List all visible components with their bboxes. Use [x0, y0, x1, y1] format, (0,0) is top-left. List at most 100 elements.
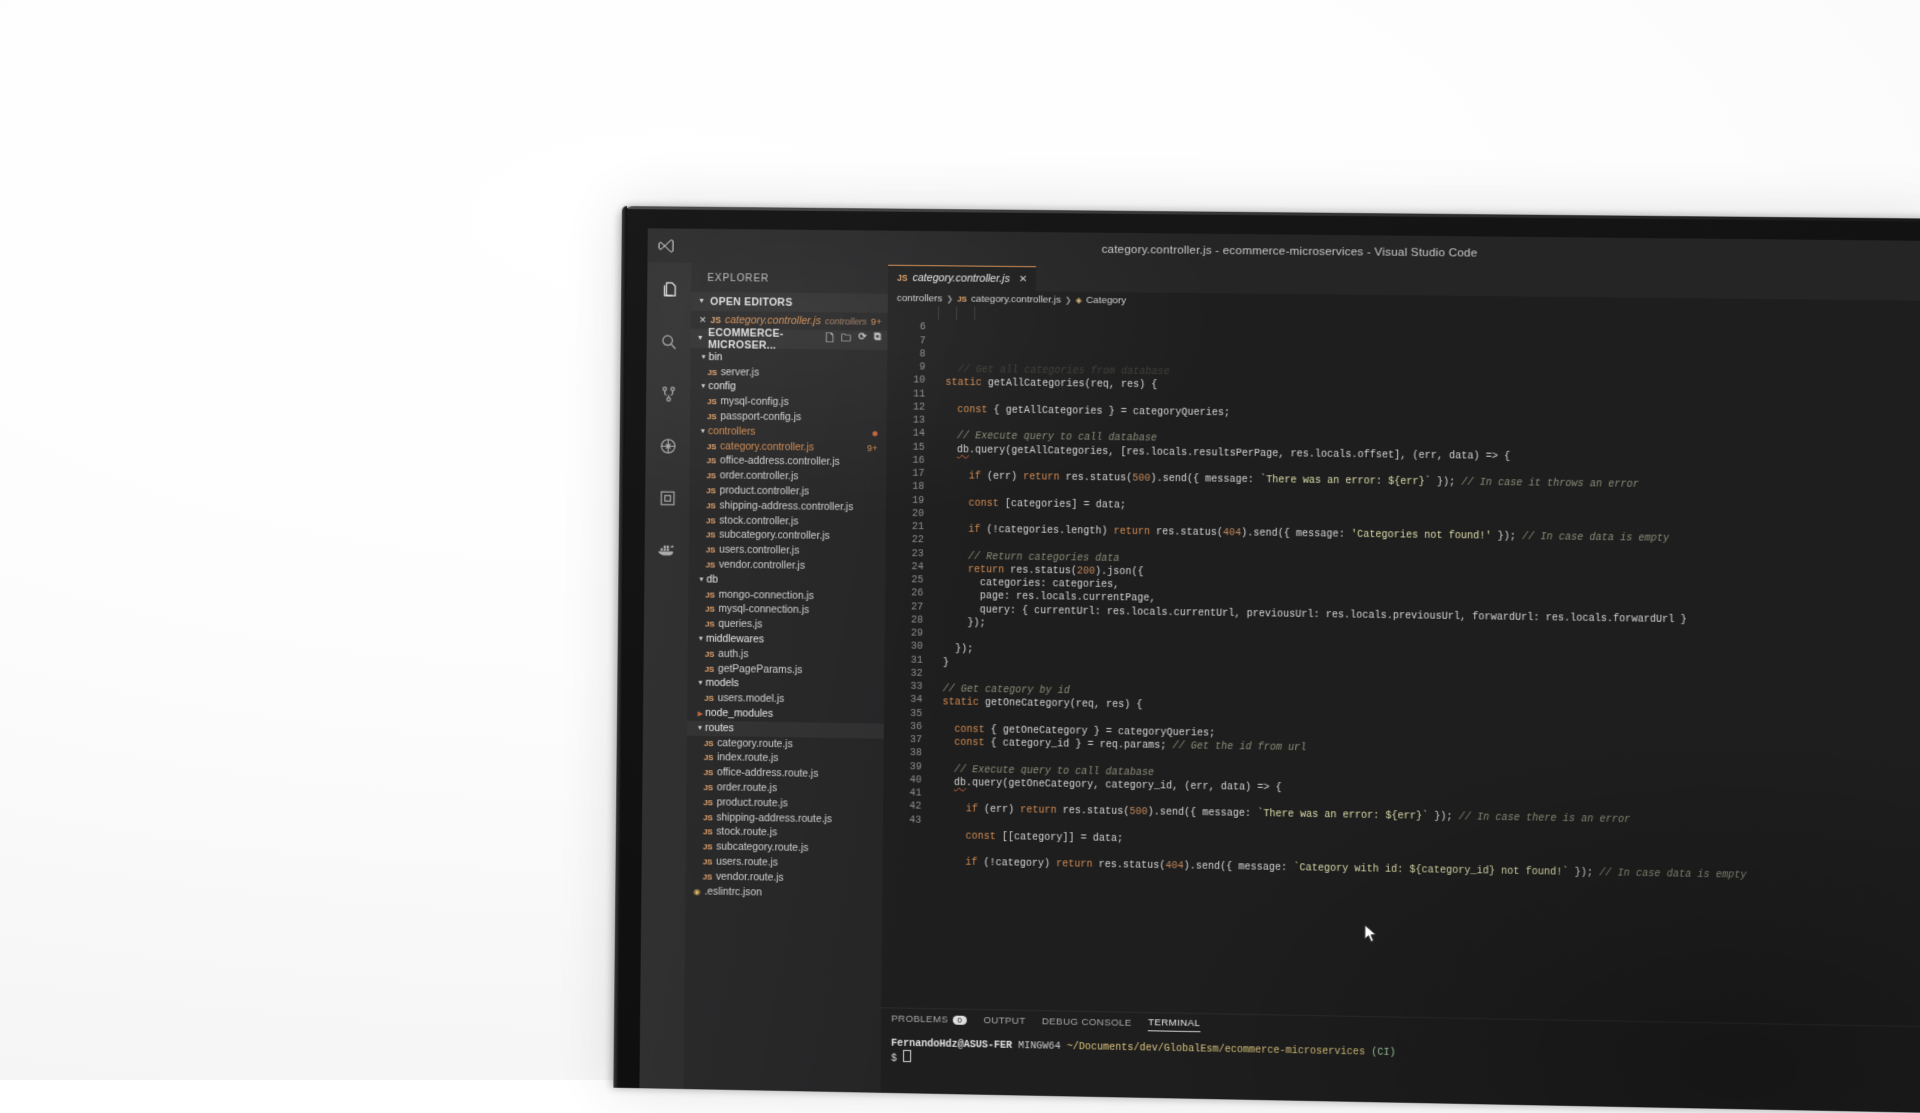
terminal-prompt-symbol: $	[891, 1054, 897, 1065]
activity-run-and-debug[interactable]	[653, 430, 683, 460]
js-icon: JS	[706, 471, 715, 480]
tree-item-label: getPageParams.js	[718, 664, 803, 676]
debug-icon	[658, 436, 677, 455]
code-content[interactable]: // Get all categories from database stat…	[928, 306, 1920, 1026]
line-number: 43	[883, 814, 921, 828]
tree-item-label: stock.route.js	[716, 827, 777, 839]
tree-item-label: subcategory.controller.js	[719, 530, 830, 542]
new-file-icon[interactable]: 🗋	[825, 331, 833, 348]
open-editor-badge: 9+	[871, 316, 888, 327]
js-icon: JS	[703, 872, 712, 881]
line-number	[888, 308, 926, 322]
chevron-down-icon[interactable]: ▼	[696, 576, 706, 583]
tree-item-label: shipping-address.controller.js	[719, 500, 853, 513]
close-icon[interactable]: ✕	[699, 314, 707, 325]
extensions-icon	[658, 488, 677, 507]
activity-explorer[interactable]	[654, 274, 684, 304]
tree-item-label: vendor.controller.js	[719, 560, 805, 572]
line-number: 15	[886, 441, 924, 455]
line-number: 27	[885, 601, 923, 615]
tree-item-label: mongo-connection.js	[718, 589, 813, 601]
activity-source-control[interactable]	[653, 378, 683, 408]
js-icon: JS	[703, 857, 712, 866]
js-icon: JS	[957, 294, 967, 303]
line-number: 8	[887, 348, 925, 362]
new-folder-icon[interactable]: 🗀	[841, 331, 851, 348]
breadcrumb-item-symbol[interactable]: Category	[1086, 294, 1126, 305]
js-icon: JS	[706, 516, 715, 525]
tree-item-label: office-address.route.js	[717, 767, 819, 780]
window-title: category.controller.js - ecommerce-micro…	[648, 239, 1920, 264]
chevron-right-icon[interactable]: ▶	[695, 709, 705, 717]
js-icon: JS	[705, 605, 714, 614]
laptop-device: category.controller.js - ecommerce-micro…	[613, 206, 1920, 1113]
terminal-branch: (CI)	[1371, 1048, 1396, 1060]
line-number: 34	[884, 694, 922, 708]
close-icon[interactable]: ✕	[1019, 274, 1028, 285]
line-number: 7	[887, 334, 925, 348]
breadcrumb-item-folder[interactable]: controllers	[897, 292, 943, 304]
panel-tab-label: TERMINAL	[1148, 1017, 1201, 1029]
line-number: 36	[884, 720, 922, 734]
line-number: 19	[886, 494, 924, 508]
class-icon: ◈	[1076, 295, 1082, 304]
chevron-down-icon[interactable]: ▼	[695, 680, 705, 687]
line-number: 20	[886, 507, 924, 521]
search-icon	[659, 332, 678, 351]
panel-tab-label: PROBLEMS	[891, 1013, 948, 1025]
activity-docker[interactable]	[652, 535, 682, 565]
line-number: 6	[887, 321, 925, 335]
tree-item-label: order.route.js	[717, 782, 777, 794]
file-tree[interactable]: ▼binJSserver.js▼configJSmysql-config.jsJ…	[684, 348, 888, 1093]
js-icon: JS	[705, 649, 714, 658]
activity-search[interactable]	[654, 326, 684, 356]
explorer-title: EXPLORER	[691, 263, 888, 294]
js-icon: JS	[706, 560, 715, 569]
tree-item-label: middlewares	[706, 634, 764, 646]
tree-item-label: queries.js	[718, 619, 762, 631]
chevron-right-icon: ❯	[1065, 295, 1072, 304]
refresh-icon[interactable]: ⟳	[858, 332, 867, 349]
json-icon: ◉	[693, 887, 700, 896]
chevron-down-icon[interactable]: ▼	[699, 354, 709, 361]
line-number: 11	[887, 388, 925, 402]
line-number: 42	[883, 800, 921, 814]
code-viewport[interactable]: 6789101112131415161718192021222324252627…	[881, 306, 1920, 1027]
tree-item-label: users.controller.js	[719, 545, 799, 557]
tree-item-label: shipping-address.route.js	[716, 812, 832, 825]
js-icon: JS	[707, 368, 716, 377]
collapse-all-icon[interactable]: ⧉	[874, 332, 882, 349]
line-number: 25	[885, 574, 923, 588]
activity-extensions[interactable]	[652, 483, 682, 513]
project-header[interactable]: ▼ ECOMMERCE-MICROSER... 🗋 🗀 ⟳ ⧉	[691, 329, 888, 350]
js-icon: JS	[703, 842, 712, 851]
js-icon: JS	[703, 828, 712, 837]
panel-tab-debug-console[interactable]: DEBUG CONSOLE	[1042, 1016, 1132, 1031]
chevron-down-icon[interactable]: ▼	[698, 428, 708, 435]
chevron-down-icon[interactable]: ▼	[696, 636, 706, 643]
open-editor-filename: category.controller.js	[725, 314, 821, 327]
tree-item-label: users.model.js	[718, 693, 785, 705]
tab-category-controller[interactable]: JS category.controller.js ✕	[888, 265, 1037, 292]
open-editors-header[interactable]: ▼ OPEN EDITORS	[691, 292, 888, 313]
panel-tab-problems[interactable]: PROBLEMS0	[891, 1013, 967, 1027]
js-icon: JS	[706, 486, 715, 495]
project-actions: 🗋 🗀 ⟳ ⧉	[825, 331, 887, 349]
breadcrumb-item-file[interactable]: category.controller.js	[971, 293, 1061, 305]
chevron-down-icon[interactable]: ▼	[695, 725, 705, 732]
line-number: 9	[887, 361, 925, 375]
chevron-down-icon: ▼	[697, 298, 706, 305]
photo-canvas: category.controller.js - ecommerce-micro…	[0, 0, 1920, 1080]
tree-item-label: product.controller.js	[719, 485, 809, 497]
chevron-down-icon[interactable]: ▼	[698, 383, 708, 390]
editor-area: JS category.controller.js ✕ controllers …	[881, 265, 1920, 1113]
terminal-cursor	[903, 1050, 911, 1062]
line-number: 31	[884, 654, 922, 668]
js-icon: JS	[706, 546, 715, 555]
line-number: 28	[885, 614, 923, 628]
panel-tab-terminal[interactable]: TERMINAL	[1148, 1017, 1201, 1032]
tree-file[interactable]: ◉.eslintrc.json	[685, 884, 882, 902]
docker-icon	[657, 542, 677, 558]
panel-tab-output[interactable]: OUTPUT	[983, 1015, 1025, 1029]
js-icon: JS	[706, 501, 715, 510]
